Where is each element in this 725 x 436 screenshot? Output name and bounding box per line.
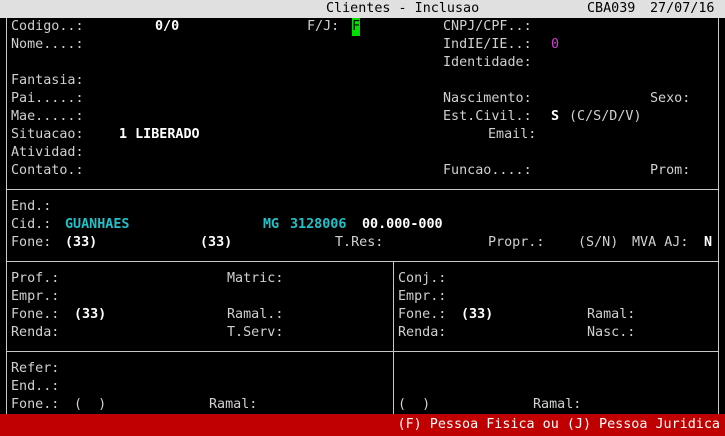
funcao-label: Funcao....:	[443, 163, 532, 178]
spouse-fone-field[interactable]: (33)	[461, 306, 493, 324]
mae-label: Mae.....:	[11, 109, 84, 124]
ref-fone-field[interactable]: ( )	[74, 396, 106, 414]
ibge-field[interactable]: 3128006	[290, 216, 346, 234]
mva-aj-label: MVA AJ:	[632, 235, 689, 250]
fone2-ddd-field[interactable]: (33)	[200, 234, 232, 252]
ref-fone-label: Fone.:	[11, 397, 60, 412]
cid-label: Cid.:	[11, 217, 52, 232]
end-label: End.:	[11, 199, 52, 214]
program-code: CBA039	[587, 1, 636, 16]
work-fone-label: Fone.:	[11, 307, 60, 322]
empr-label: Empr.:	[11, 289, 60, 304]
status-bar: (F) Pessoa Fisica ou (J) Pessoa Juridica	[0, 414, 725, 436]
ref-ramal-label: Ramal:	[209, 397, 258, 412]
work-fone-field[interactable]: (33)	[74, 306, 106, 324]
current-date: 27/07/16	[650, 1, 715, 16]
codigo-label: Codigo..:	[11, 19, 84, 34]
nascimento-label: Nascimento:	[443, 91, 532, 106]
spouse-renda-label: Renda:	[398, 325, 447, 340]
est-civil-field[interactable]: S	[551, 108, 559, 126]
cidade-field[interactable]: GUANHAES	[65, 216, 130, 234]
matric-label: Matric:	[227, 271, 284, 286]
indie-label: IndIE/IE..:	[443, 37, 532, 52]
cep-field[interactable]: 00.000-000	[362, 216, 443, 234]
ref-end-label: End..:	[11, 379, 60, 394]
t-res-label: T.Res:	[335, 235, 384, 250]
status-message: (F) Pessoa Fisica ou (J) Pessoa Juridica	[397, 417, 720, 432]
frame-left-border	[6, 18, 7, 414]
section-divider-3	[6, 351, 719, 352]
spouse-empr-label: Empr.:	[398, 289, 447, 304]
sn-options: (S/N)	[578, 235, 619, 250]
spouse-ramal-label: Ramal:	[587, 307, 636, 322]
est-civil-label: Est.Civil.:	[443, 109, 532, 124]
ref2-ramal-label: Ramal:	[533, 397, 582, 412]
t-serv-label: T.Serv:	[227, 325, 284, 340]
column-divider	[393, 262, 394, 414]
fj-field[interactable]: F	[352, 18, 361, 36]
spouse-nasc-label: Nasc.:	[587, 325, 636, 340]
codigo-field[interactable]: 0/0	[155, 18, 179, 36]
conj-label: Conj.:	[398, 271, 447, 286]
atividad-label: Atividad:	[11, 145, 84, 160]
propr-label: Propr.:	[488, 235, 545, 250]
prom-label: Prom:	[650, 163, 691, 178]
email-label: Email:	[488, 127, 537, 142]
uf-field[interactable]: MG	[263, 216, 279, 234]
refer-label: Refer:	[11, 361, 60, 376]
sexo-label: Sexo:	[650, 91, 691, 106]
pai-label: Pai.....:	[11, 91, 84, 106]
fj-label: F/J:	[307, 19, 340, 34]
situacao-label: Situacao:	[11, 127, 84, 142]
prof-label: Prof.:	[11, 271, 60, 286]
title-bar: Clientes - Inclusao CBA039 27/07/16	[0, 0, 725, 18]
fone-label: Fone:	[11, 235, 52, 250]
fantasia-label: Fantasia:	[11, 73, 84, 88]
fone-ddd-field[interactable]: (33)	[65, 234, 97, 252]
renda-label: Renda:	[11, 325, 60, 340]
work-ramal-label: Ramal.:	[227, 307, 284, 322]
spouse-fone-label: Fone.:	[398, 307, 447, 322]
section-divider-1	[6, 189, 719, 190]
contato-label: Contato.:	[11, 163, 84, 178]
situacao-field[interactable]: 1 LIBERADO	[119, 126, 200, 144]
nome-label: Nome....:	[11, 37, 84, 52]
indie-field[interactable]: 0	[551, 36, 559, 54]
identidade-label: Identidade:	[443, 55, 532, 70]
frame-right-border	[718, 18, 719, 414]
section-divider-2	[6, 261, 719, 262]
ref2-fone-field[interactable]: ( )	[398, 396, 430, 414]
mva-aj-field[interactable]: N	[704, 234, 712, 252]
est-civil-options: (C/S/D/V)	[569, 109, 642, 124]
cnpj-cpf-label: CNPJ/CPF..:	[443, 19, 532, 34]
window-title: Clientes - Inclusao	[326, 1, 480, 16]
